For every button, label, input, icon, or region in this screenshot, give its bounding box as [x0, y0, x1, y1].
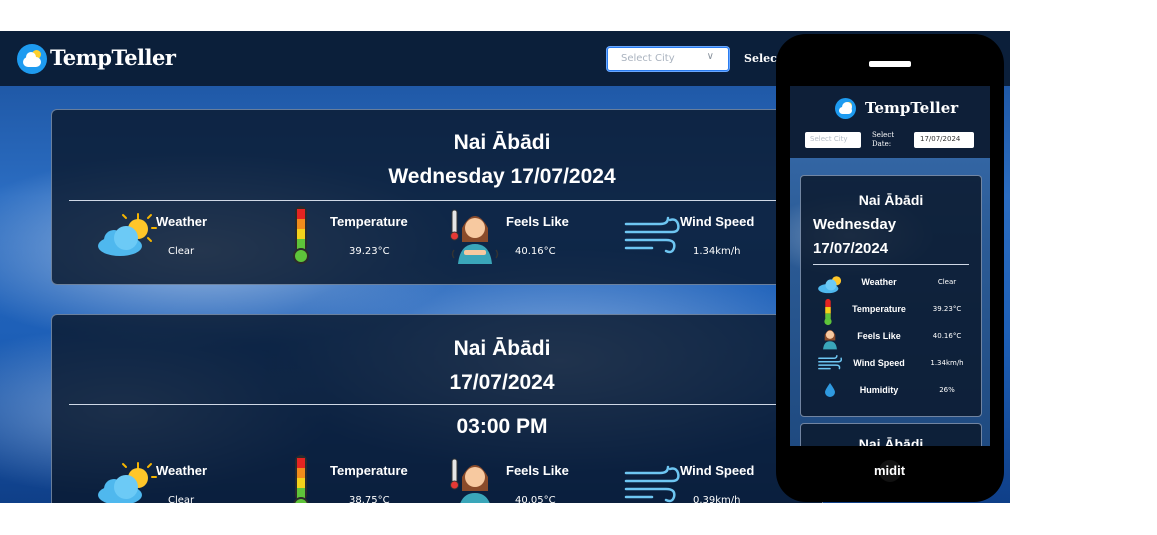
mobile-weather-card: Nai Ābādi Wednesday 17/07/2024 Weather C…	[800, 175, 982, 417]
mobile-row-value: 39.23°C	[932, 305, 962, 313]
wind-icon	[624, 465, 680, 503]
metric-value: 40.16°C	[515, 246, 556, 257]
city-select[interactable]: Select City ∨	[607, 47, 729, 71]
mobile-row-value: 26%	[939, 386, 955, 394]
mobile-next-city-title: Nai Ābādi	[858, 436, 924, 446]
app-logo-icon	[17, 44, 47, 74]
water-drop-icon	[825, 383, 835, 397]
metric-value: 38.75°C	[349, 495, 390, 503]
hot-person-icon	[450, 458, 490, 503]
phone-speaker	[869, 61, 911, 67]
wind-icon	[624, 216, 680, 254]
mobile-header: TempTeller Select City Select Date: 17/0…	[790, 86, 990, 158]
mobile-day: Wednesday	[813, 216, 897, 233]
metric-value: 0.39km/h	[693, 495, 741, 503]
mobile-city-select[interactable]: Select City	[805, 132, 861, 148]
metric-label: Feels Like	[506, 463, 569, 478]
metric-label: Weather	[156, 463, 208, 478]
metric-label: Weather	[156, 214, 208, 229]
mobile-date-input[interactable]: 17/07/2024	[914, 132, 974, 148]
thermometer-icon	[293, 206, 309, 264]
hourly-weather-card: Nai Ābādi 17/07/2024 03:00 PM Weather Cl…	[51, 314, 929, 503]
mobile-brand: TempTeller	[865, 99, 959, 117]
metric-label: Wind Speed	[680, 463, 755, 478]
phone-frame: TempTeller Select City Select Date: 17/0…	[776, 34, 1004, 502]
thermometer-icon	[824, 298, 832, 326]
metric-value: Clear	[168, 495, 195, 503]
app-logo-icon	[835, 98, 856, 119]
metric-value: 40.05°C	[515, 495, 556, 503]
metric-value: 1.34km/h	[693, 246, 741, 257]
metric-label: Temperature	[330, 214, 408, 229]
mobile-row-label: Wind Speed	[853, 358, 905, 368]
mobile-row-value: 1.34km/h	[930, 359, 964, 367]
metric-label: Temperature	[330, 463, 408, 478]
mobile-city-placeholder: Select City	[810, 135, 848, 143]
mobile-card-divider	[813, 264, 969, 265]
mobile-date: 17/07/2024	[813, 240, 889, 257]
hot-person-icon	[450, 209, 499, 264]
mobile-city-title: Nai Ābādi	[858, 192, 924, 208]
metric-label: Wind Speed	[680, 214, 755, 229]
app-brand: TempTeller	[50, 45, 176, 70]
mobile-row-label: Weather	[861, 277, 897, 287]
city-select-placeholder: Select City	[621, 53, 675, 64]
mobile-row-label: Temperature	[852, 304, 906, 314]
thermometer-icon	[293, 455, 309, 503]
metric-value: 39.23°C	[349, 246, 390, 257]
mobile-select-date-label: Select Date:	[872, 131, 895, 148]
metric-value: Clear	[168, 246, 195, 257]
metric-label: Feels Like	[506, 214, 569, 229]
mobile-next-card: Nai Ābādi	[800, 423, 982, 446]
mobile-row-label: Humidity	[859, 385, 899, 395]
mobile-row-value: Clear	[937, 278, 957, 286]
partly-cloudy-icon	[98, 213, 157, 256]
partly-cloudy-icon	[98, 462, 157, 503]
chevron-down-icon: ∨	[706, 51, 714, 62]
mobile-screen: TempTeller Select City Select Date: 17/0…	[790, 86, 990, 446]
mobile-row-value: 40.16°C	[932, 332, 962, 340]
mobile-row-label: Feels Like	[857, 331, 901, 341]
mobile-date-value: 17/07/2024	[920, 135, 961, 143]
current-weather-card: Nai Ābādi Wednesday 17/07/2024 Weather C…	[51, 109, 929, 285]
overflow-label: midit	[874, 463, 906, 478]
